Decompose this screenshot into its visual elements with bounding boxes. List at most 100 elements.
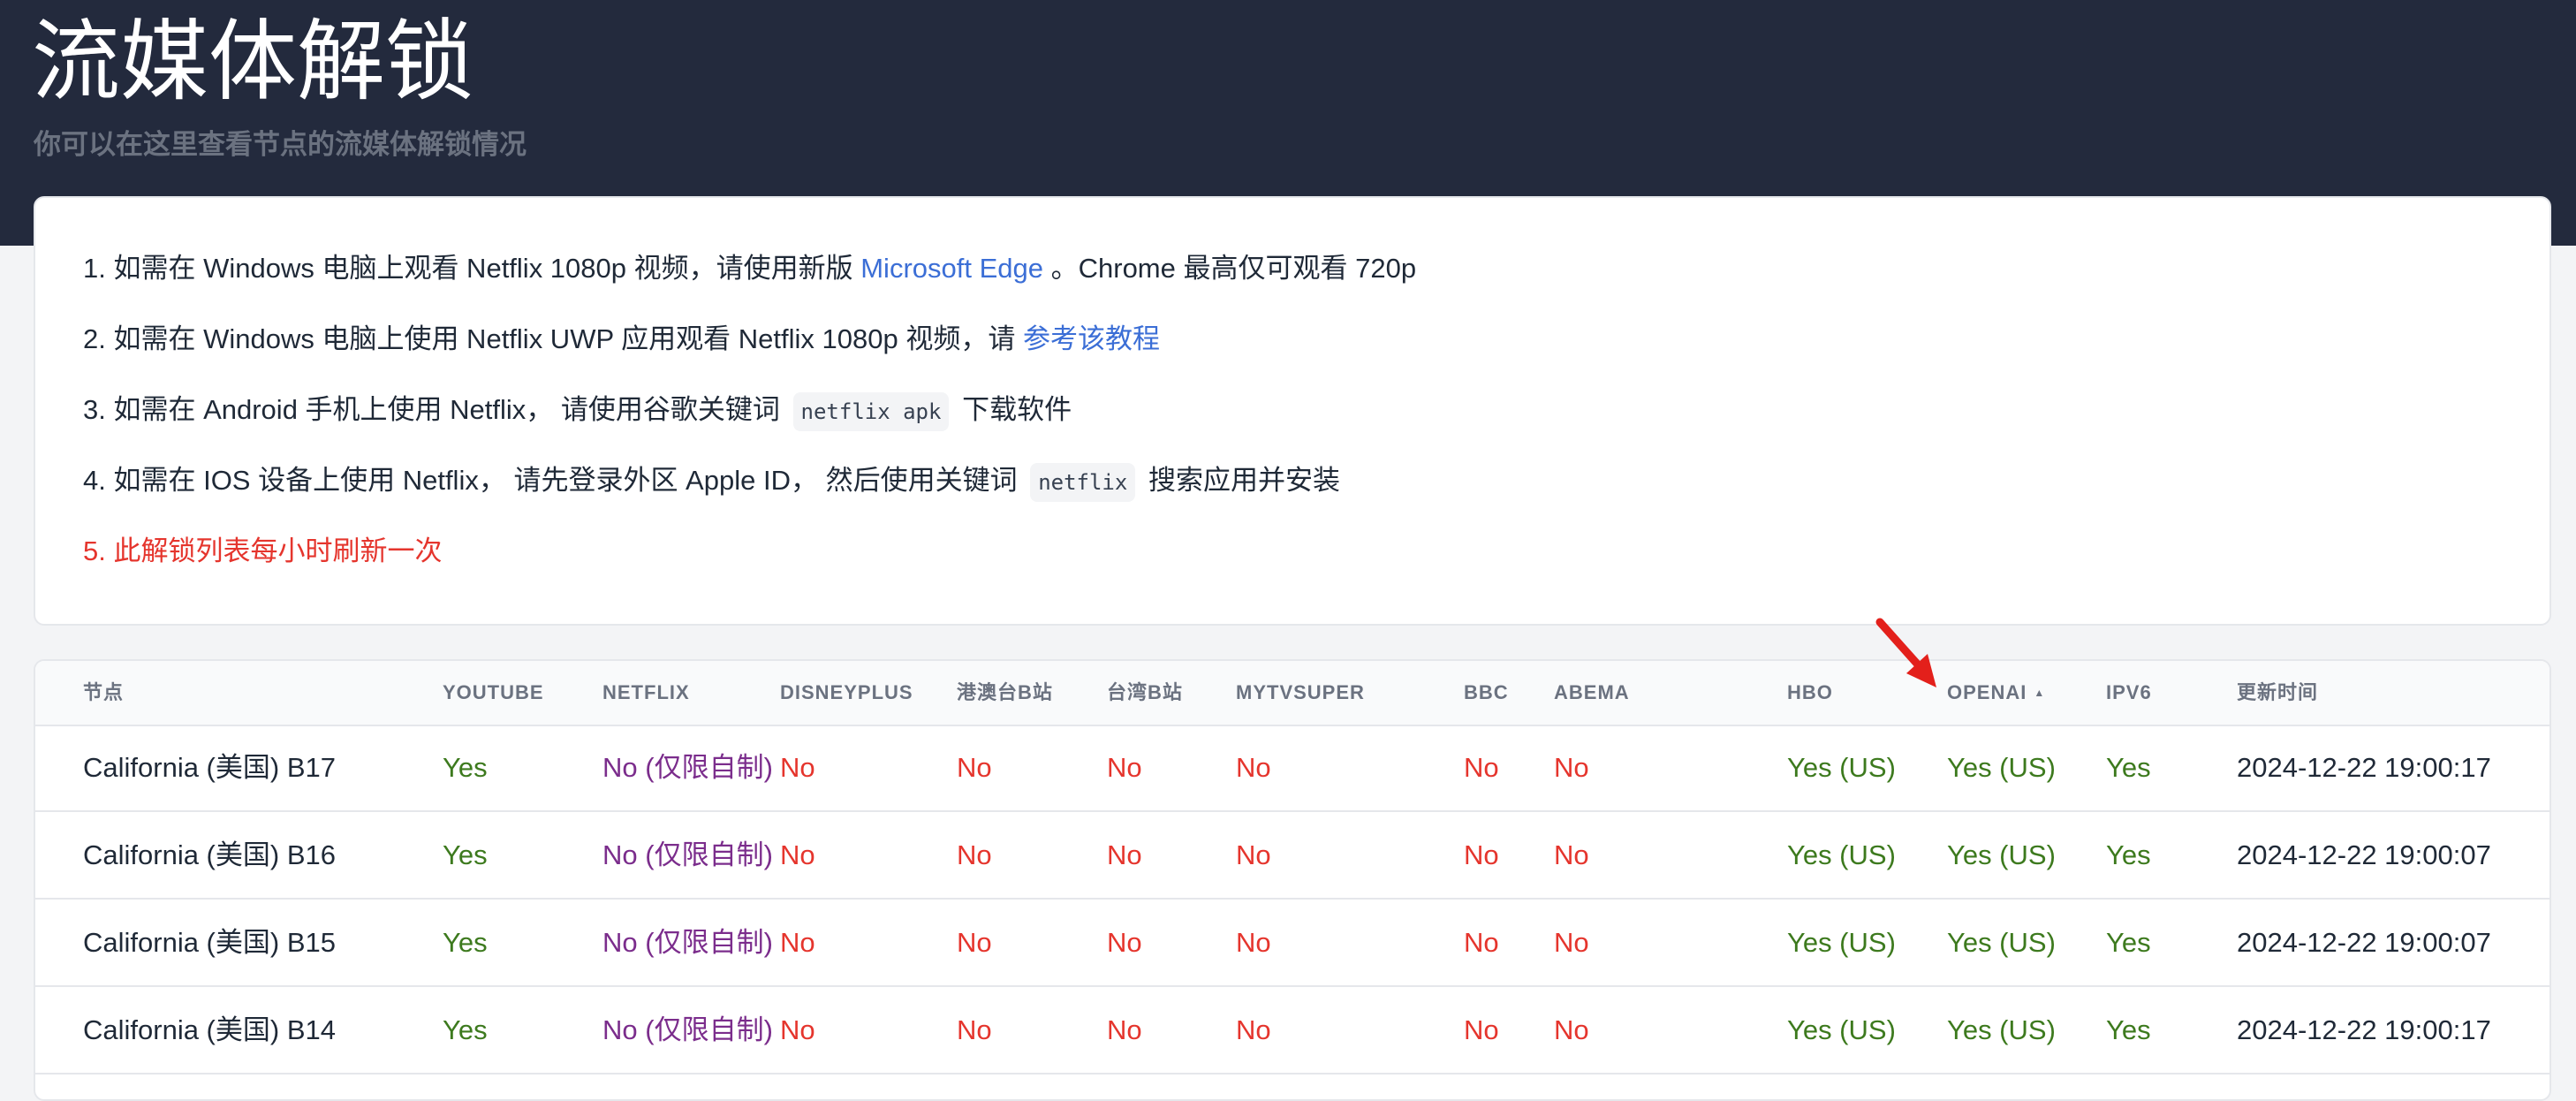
cell-netflix: No (仅限自制) [602, 839, 773, 870]
cell-updated-time: 2024-12-22 19:00:17 [2237, 752, 2491, 783]
column-header-label: YOUTUBE [443, 681, 544, 703]
cell-youtube: Yes [443, 839, 488, 870]
notice-1-suffix: 。Chrome 最高仅可观看 720p [1043, 253, 1417, 284]
cell-abema: No [1554, 752, 1589, 783]
sort-ascending-icon[interactable]: ▲ [2034, 687, 2045, 699]
cell-hk-mo-tw-bilibili: No [957, 752, 992, 783]
column-header-label: BBC [1464, 681, 1509, 703]
cell-node: California (美国) B15 [83, 927, 336, 958]
notice-4-text: 4. 如需在 IOS 设备上使用 Netflix， 请先登录外区 Apple I… [83, 465, 1026, 496]
column-header-label: 节点 [83, 681, 125, 703]
cell-bbc: No [1464, 1014, 1499, 1045]
cell-hbo: Yes (US) [1787, 927, 1896, 958]
cell-abema: No [1554, 927, 1589, 958]
notice-item-4: 4. 如需在 IOS 设备上使用 Netflix， 请先登录外区 Apple I… [83, 456, 1340, 505]
cell-ipv6: Yes [2106, 839, 2151, 870]
column-header-label: OPENAI [1947, 681, 2027, 703]
cell-disneyplus: No [780, 927, 815, 958]
column-header-label: 台湾B站 [1107, 681, 1183, 703]
table-row: California (美国) B15 Yes No (仅限自制) No No No No N… [35, 900, 2549, 987]
cell-node: California (美国) B17 [83, 752, 336, 783]
cell-netflix: No (仅限自制) [602, 927, 773, 958]
column-header-label: DISNEYPLUS [780, 681, 913, 703]
cell-ipv6: Yes [2106, 1014, 2151, 1045]
cell-hk-mo-tw-bilibili: No [957, 1014, 992, 1045]
cell-youtube: Yes [443, 752, 488, 783]
table-header: 节点 YOUTUBE NETFLIX DISNEYPLUS 港澳台B站 台湾B站 MYTVS… [35, 661, 2549, 726]
column-header-node[interactable]: 节点 [83, 661, 124, 725]
cell-youtube: Yes [443, 927, 488, 958]
page-subtitle: 你可以在这里查看节点的流媒体解锁情况 [34, 129, 527, 160]
cell-youtube: Yes [443, 1014, 488, 1045]
page-title: 流媒体解锁 [32, 12, 474, 111]
notice-item-3: 3. 如需在 Android 手机上使用 Netflix， 请使用谷歌关键词 n… [83, 385, 1072, 435]
cell-tw-bilibili: No [1107, 752, 1142, 783]
table-row: California (美国) B14 Yes No (仅限自制) No No No No N… [35, 987, 2549, 1074]
netflix-code: netflix [1030, 462, 1136, 502]
column-header-label: HBO [1787, 681, 1833, 703]
tutorial-link[interactable]: 参考该教程 [1023, 323, 1160, 354]
column-header-bbc[interactable]: BBC [1464, 661, 1509, 725]
red-arrow-icon [1875, 618, 1936, 687]
cell-mytvsuper: No [1236, 839, 1271, 870]
column-header-label: IPV6 [2106, 681, 2152, 703]
cell-node: California (美国) B14 [83, 1014, 336, 1045]
cell-hk-mo-tw-bilibili: No [957, 839, 992, 870]
column-header-updated-time[interactable]: 更新时间 [2237, 661, 2318, 725]
column-header-hbo[interactable]: HBO [1787, 661, 1833, 725]
column-header-label: ABEMA [1554, 681, 1630, 703]
cell-mytvsuper: No [1236, 752, 1271, 783]
column-header-hk-mo-tw-bilibili[interactable]: 港澳台B站 [957, 661, 1053, 725]
cell-tw-bilibili: No [1107, 1014, 1142, 1045]
cell-hbo: Yes (US) [1787, 1014, 1896, 1045]
cell-openai: Yes (US) [1947, 927, 2056, 958]
cell-tw-bilibili: No [1107, 927, 1142, 958]
cell-hbo: Yes (US) [1787, 839, 1896, 870]
cell-updated-time: 2024-12-22 19:00:07 [2237, 927, 2491, 958]
notice-card: 1. 如需在 Windows 电脑上观看 Netflix 1080p 视频，请使… [34, 196, 2551, 626]
cell-abema: No [1554, 839, 1589, 870]
column-header-mytvsuper[interactable]: MYTVSUPER [1236, 661, 1365, 725]
table-row: California (美国) B16 Yes No (仅限自制) No No No No N… [35, 812, 2549, 900]
notice-2-text: 2. 如需在 Windows 电脑上使用 Netflix UWP 应用观看 Ne… [83, 323, 1023, 354]
cell-bbc: No [1464, 839, 1499, 870]
column-header-openai[interactable]: OPENAI ▲ [1947, 661, 2045, 725]
cell-abema: No [1554, 1014, 1589, 1045]
column-header-label: NETFLIX [602, 681, 690, 703]
column-header-abema[interactable]: ABEMA [1554, 661, 1630, 725]
microsoft-edge-link[interactable]: Microsoft Edge [860, 253, 1043, 284]
cell-openai: Yes (US) [1947, 1014, 2056, 1045]
cell-bbc: No [1464, 927, 1499, 958]
cell-openai: Yes (US) [1947, 839, 2056, 870]
notice-item-2: 2. 如需在 Windows 电脑上使用 Netflix UWP 应用观看 Ne… [83, 315, 1160, 364]
cell-mytvsuper: No [1236, 927, 1271, 958]
cell-updated-time: 2024-12-22 19:00:07 [2237, 839, 2491, 870]
column-header-label: 港澳台B站 [957, 681, 1053, 703]
cell-tw-bilibili: No [1107, 839, 1142, 870]
notice-4-suffix: 搜索应用并安装 [1140, 465, 1340, 496]
cell-bbc: No [1464, 752, 1499, 783]
column-header-youtube[interactable]: YOUTUBE [443, 661, 544, 725]
notice-item-5: 5. 此解锁列表每小时刷新一次 [83, 535, 443, 566]
column-header-label: MYTVSUPER [1236, 681, 1365, 703]
cell-ipv6: Yes [2106, 927, 2151, 958]
cell-openai: Yes (US) [1947, 752, 2056, 783]
unlock-table: 节点 YOUTUBE NETFLIX DISNEYPLUS 港澳台B站 台湾B站 MYTVS… [34, 659, 2551, 1101]
cell-updated-time: 2024-12-22 19:00:17 [2237, 1014, 2491, 1045]
column-header-disneyplus[interactable]: DISNEYPLUS [780, 661, 913, 725]
cell-node: California (美国) B16 [83, 839, 336, 870]
cell-mytvsuper: No [1236, 1014, 1271, 1045]
column-header-netflix[interactable]: NETFLIX [602, 661, 690, 725]
notice-item-1: 1. 如需在 Windows 电脑上观看 Netflix 1080p 视频，请使… [83, 244, 1416, 293]
notice-3-suffix: 下载软件 [954, 394, 1072, 425]
cell-netflix: No (仅限自制) [602, 752, 773, 783]
column-header-ipv6[interactable]: IPV6 [2106, 661, 2152, 725]
column-header-label: 更新时间 [2237, 681, 2319, 703]
cell-disneyplus: No [780, 839, 815, 870]
cell-disneyplus: No [780, 752, 815, 783]
column-header-tw-bilibili[interactable]: 台湾B站 [1107, 661, 1183, 725]
cell-disneyplus: No [780, 1014, 815, 1045]
cell-netflix: No (仅限自制) [602, 1014, 773, 1045]
table-row: California (美国) B17 Yes No (仅限自制) No No No No N… [35, 725, 2549, 812]
cell-hk-mo-tw-bilibili: No [957, 927, 992, 958]
